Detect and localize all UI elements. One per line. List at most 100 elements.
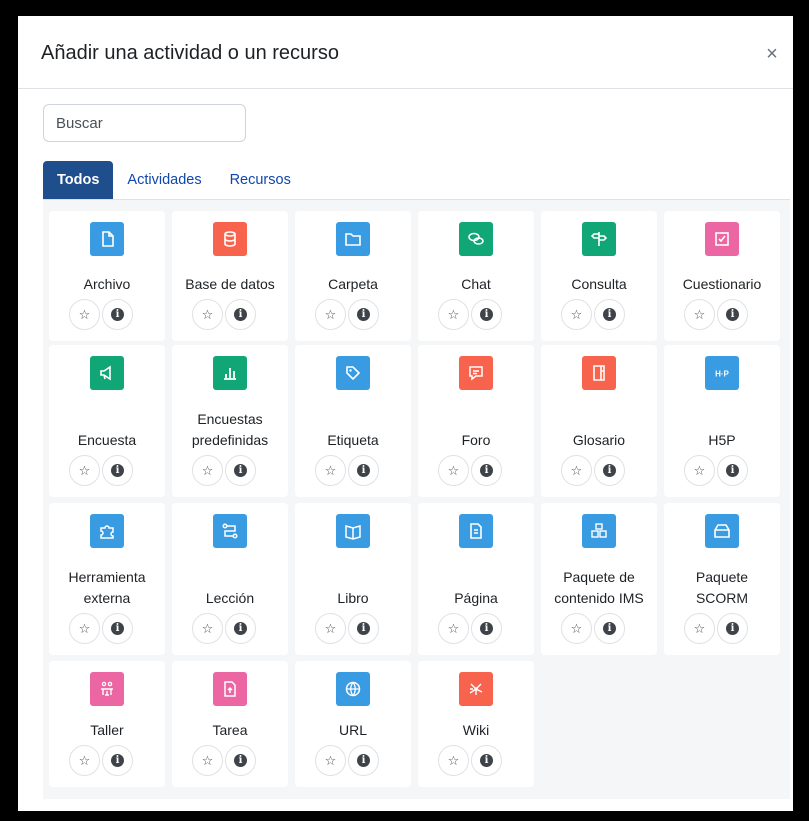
info-button[interactable]: i xyxy=(471,299,502,330)
modal-title: Añadir una actividad o un recurso xyxy=(41,42,339,64)
card-actions: ☆ i xyxy=(438,745,516,777)
search-input[interactable] xyxy=(43,104,246,142)
star-favourite-button[interactable]: ☆ xyxy=(561,455,592,486)
star-favourite-button[interactable]: ☆ xyxy=(684,299,715,330)
activity-label: Consulta xyxy=(571,276,627,292)
info-button[interactable]: i xyxy=(594,455,625,486)
info-button[interactable]: i xyxy=(717,455,748,486)
activity-card[interactable]: Página ☆ i xyxy=(418,503,534,655)
info-button[interactable]: i xyxy=(348,745,379,776)
activity-card[interactable]: Taller ☆ i xyxy=(49,661,165,787)
info-button[interactable]: i xyxy=(102,299,133,330)
activity-card[interactable]: Foro ☆ i xyxy=(418,345,534,497)
activity-card[interactable]: Consulta ☆ i xyxy=(541,211,657,341)
info-button[interactable]: i xyxy=(102,745,133,776)
star-favourite-button[interactable]: ☆ xyxy=(438,455,469,486)
star-favourite-button[interactable]: ☆ xyxy=(69,745,100,776)
package-icon xyxy=(582,514,616,548)
info-button[interactable]: i xyxy=(102,613,133,644)
info-button[interactable]: i xyxy=(471,613,502,644)
info-button[interactable]: i xyxy=(471,745,502,776)
activity-card[interactable]: Cuestionario ☆ i xyxy=(664,211,780,341)
workshop-icon xyxy=(90,672,124,706)
star-favourite-button[interactable]: ☆ xyxy=(69,613,100,644)
activity-card[interactable]: Encuestas predefinidas ☆ i xyxy=(172,345,288,497)
activity-card[interactable]: URL ☆ i xyxy=(295,661,411,787)
activity-card[interactable]: Herramienta externa ☆ i xyxy=(49,503,165,655)
star-icon: ☆ xyxy=(447,620,460,636)
info-button[interactable]: i xyxy=(348,299,379,330)
book-icon xyxy=(336,514,370,548)
tab-todos[interactable]: Todos xyxy=(43,161,114,199)
info-button[interactable]: i xyxy=(225,455,256,486)
activity-card[interactable]: Lección ☆ i xyxy=(172,503,288,655)
close-button[interactable]: × xyxy=(761,43,783,65)
activity-label: Cuestionario xyxy=(682,276,762,292)
info-button[interactable]: i xyxy=(225,613,256,644)
activity-card[interactable]: Libro ☆ i xyxy=(295,503,411,655)
card-actions: ☆ i xyxy=(69,613,147,645)
star-favourite-button[interactable]: ☆ xyxy=(561,299,592,330)
activity-card[interactable]: Paquete SCORM ☆ i xyxy=(664,503,780,655)
star-icon: ☆ xyxy=(447,462,460,478)
info-icon: i xyxy=(234,754,247,767)
activity-card[interactable]: Carpeta ☆ i xyxy=(295,211,411,341)
star-favourite-button[interactable]: ☆ xyxy=(69,455,100,486)
star-favourite-button[interactable]: ☆ xyxy=(315,299,346,330)
info-button[interactable]: i xyxy=(102,455,133,486)
info-button[interactable]: i xyxy=(594,613,625,644)
activity-chooser-modal: Añadir una actividad o un recurso × Todo… xyxy=(14,12,797,815)
h5p-icon: H·P xyxy=(705,356,739,390)
card-actions: ☆ i xyxy=(192,745,270,777)
info-button[interactable]: i xyxy=(225,745,256,776)
star-favourite-button[interactable]: ☆ xyxy=(438,745,469,776)
activity-card[interactable]: Chat ☆ i xyxy=(418,211,534,341)
star-icon: ☆ xyxy=(78,306,91,322)
star-icon: ☆ xyxy=(201,306,214,322)
star-favourite-button[interactable]: ☆ xyxy=(315,745,346,776)
activity-card[interactable]: Etiqueta ☆ i xyxy=(295,345,411,497)
star-icon: ☆ xyxy=(447,752,460,768)
info-icon: i xyxy=(111,308,124,321)
activity-card[interactable]: Tarea ☆ i xyxy=(172,661,288,787)
info-button[interactable]: i xyxy=(225,299,256,330)
info-button[interactable]: i xyxy=(348,613,379,644)
info-icon: i xyxy=(357,464,370,477)
star-favourite-button[interactable]: ☆ xyxy=(561,613,592,644)
star-favourite-button[interactable]: ☆ xyxy=(684,455,715,486)
tab-recursos[interactable]: Recursos xyxy=(216,161,305,199)
star-favourite-button[interactable]: ☆ xyxy=(192,299,223,330)
activity-label: Wiki xyxy=(462,722,490,738)
activity-label: Taller xyxy=(90,722,124,738)
star-favourite-button[interactable]: ☆ xyxy=(69,299,100,330)
activity-card[interactable]: Base de datos ☆ i xyxy=(172,211,288,341)
star-favourite-button[interactable]: ☆ xyxy=(192,455,223,486)
activity-card[interactable]: Wiki ☆ i xyxy=(418,661,534,787)
activity-label: URL xyxy=(338,722,367,738)
star-favourite-button[interactable]: ☆ xyxy=(192,745,223,776)
star-favourite-button[interactable]: ☆ xyxy=(315,613,346,644)
star-icon: ☆ xyxy=(78,620,91,636)
tab-actividades[interactable]: Actividades xyxy=(113,161,215,199)
card-actions: ☆ i xyxy=(684,613,762,645)
star-favourite-button[interactable]: ☆ xyxy=(438,299,469,330)
star-favourite-button[interactable]: ☆ xyxy=(315,455,346,486)
info-button[interactable]: i xyxy=(348,455,379,486)
star-favourite-button[interactable]: ☆ xyxy=(438,613,469,644)
activity-label: Página xyxy=(454,590,498,606)
info-button[interactable]: i xyxy=(594,299,625,330)
info-icon: i xyxy=(234,622,247,635)
activity-card[interactable]: Glosario ☆ i xyxy=(541,345,657,497)
info-button[interactable]: i xyxy=(471,455,502,486)
activity-card[interactable]: Archivo ☆ i xyxy=(49,211,165,341)
star-favourite-button[interactable]: ☆ xyxy=(684,613,715,644)
info-icon: i xyxy=(726,622,739,635)
star-icon: ☆ xyxy=(324,462,337,478)
card-actions: ☆ i xyxy=(315,745,393,777)
activity-card[interactable]: H·P H5P ☆ i xyxy=(664,345,780,497)
info-button[interactable]: i xyxy=(717,299,748,330)
star-favourite-button[interactable]: ☆ xyxy=(192,613,223,644)
info-button[interactable]: i xyxy=(717,613,748,644)
activity-card[interactable]: Paquete de contenido IMS ☆ i xyxy=(541,503,657,655)
activity-card[interactable]: Encuesta ☆ i xyxy=(49,345,165,497)
